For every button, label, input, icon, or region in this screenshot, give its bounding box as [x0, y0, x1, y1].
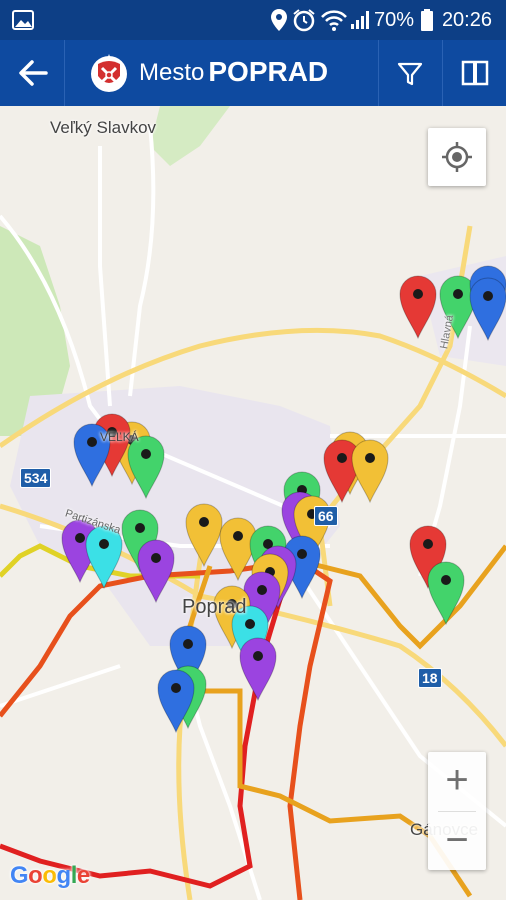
- zoom-controls: + −: [428, 752, 486, 870]
- image-icon: [12, 10, 34, 30]
- road-shield-534: 534: [20, 468, 52, 488]
- filter-icon[interactable]: [396, 60, 424, 88]
- title-prefix: Mesto: [139, 59, 205, 86]
- road-shield-18: 18: [418, 668, 442, 688]
- location-icon: [271, 9, 287, 31]
- map-label-velka: VEĽKÁ: [100, 430, 139, 444]
- google-attribution-logo: Google: [10, 862, 90, 889]
- battery-percentage: 70%: [373, 9, 414, 31]
- status-bar: 70% 20:26: [0, 0, 506, 40]
- map-label-poprad: Poprad: [182, 596, 247, 618]
- book-icon[interactable]: [460, 58, 490, 88]
- wifi-icon: [321, 10, 347, 31]
- app-title: Mesto POPRAD: [139, 55, 328, 87]
- clock: 20:26: [441, 9, 492, 31]
- zoom-out-button[interactable]: −: [428, 812, 486, 870]
- divider: [64, 40, 65, 106]
- map-view[interactable]: Veľký Slavkov VEĽKÁ Poprad Partizánska H…: [0, 106, 506, 900]
- map-label-velky-slavkov: Veľký Slavkov: [50, 118, 157, 137]
- signal-icon: [351, 11, 369, 29]
- alarm-icon: [293, 9, 315, 32]
- divider: [378, 40, 379, 106]
- city-crest-logo: [91, 54, 127, 92]
- road-shield-66: 66: [314, 506, 338, 526]
- back-arrow-icon[interactable]: [16, 56, 50, 90]
- divider: [442, 40, 443, 106]
- battery-icon: [421, 9, 433, 31]
- app-bar: Mesto POPRAD: [0, 40, 506, 106]
- crosshair-icon: [442, 142, 472, 172]
- my-location-button[interactable]: [428, 128, 486, 186]
- zoom-in-button[interactable]: +: [428, 752, 486, 810]
- title-city: POPRAD: [208, 56, 329, 87]
